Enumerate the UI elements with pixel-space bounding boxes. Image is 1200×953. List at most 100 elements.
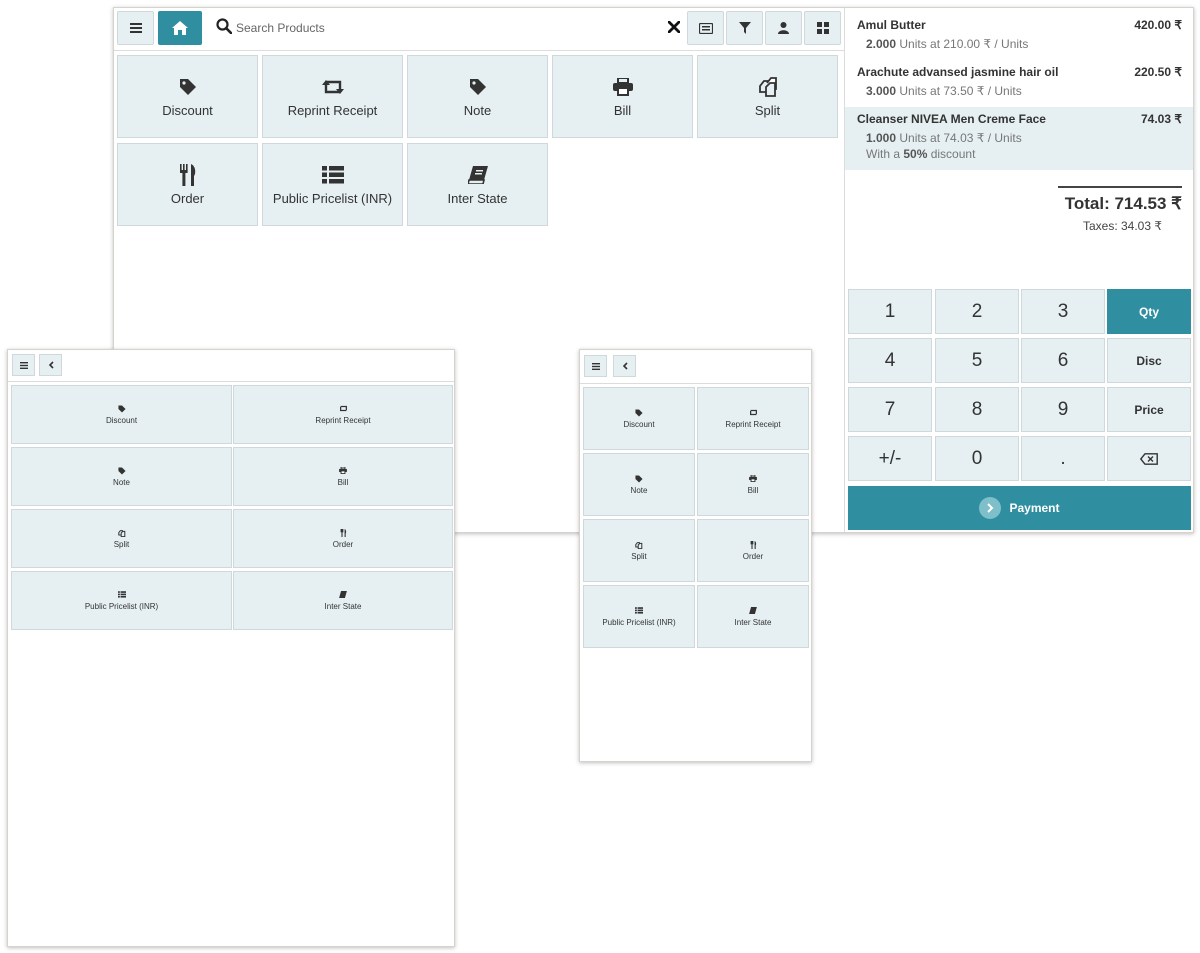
numpad-key-7[interactable]: 7 xyxy=(848,387,932,432)
orderline-info: 1.000 Units at 74.03 ₹ / Units xyxy=(866,131,1022,145)
note-button[interactable]: Note xyxy=(407,55,548,138)
back-button[interactable] xyxy=(39,354,62,376)
orderline-name: Arachute advansed jasmine hair oil xyxy=(857,65,1059,79)
control-label: Bill xyxy=(747,486,759,495)
retweet-icon xyxy=(748,408,758,417)
mode-price-button[interactable]: Price xyxy=(1107,387,1191,432)
split-button[interactable]: Split xyxy=(583,519,695,582)
tag-icon xyxy=(466,76,490,98)
control-label: Bill xyxy=(337,478,349,487)
numpad-key-9[interactable]: 9 xyxy=(1021,387,1105,432)
back-button[interactable] xyxy=(613,355,636,377)
bill-button[interactable]: Bill xyxy=(697,453,809,516)
customer-button[interactable] xyxy=(765,11,802,45)
discount-button[interactable]: Discount xyxy=(11,385,232,444)
discount-button[interactable]: Discount xyxy=(117,55,258,138)
orderline-qty: 2.000 xyxy=(866,37,897,51)
menu-button[interactable] xyxy=(584,355,607,377)
orderline-name: Amul Butter xyxy=(857,18,926,32)
reprint-receipt-button[interactable]: Reprint Receipt xyxy=(262,55,403,138)
orderline-unit-price: Units at 73.50 ₹ / Units xyxy=(896,84,1022,98)
numpad-key-2[interactable]: 2 xyxy=(935,289,1019,334)
menu-button[interactable] xyxy=(12,354,35,376)
orderline-hair-oil[interactable]: Arachute advansed jasmine hair oil 220.5… xyxy=(845,55,1193,102)
numpad-key-8[interactable]: 8 xyxy=(935,387,1019,432)
order-total: Total: 714.53 ₹ xyxy=(1064,194,1182,213)
numpad-key-0[interactable]: 0 xyxy=(935,436,1019,481)
keyboard-button[interactable] xyxy=(687,11,724,45)
order-taxes: Taxes: 34.03 ₹ xyxy=(1082,219,1162,233)
discount-button[interactable]: Discount xyxy=(583,387,695,450)
orderline-qty: 1.000 xyxy=(866,131,897,145)
discount-value: 50% xyxy=(903,147,928,161)
numpad-key-dot[interactable]: . xyxy=(1021,436,1105,481)
pricelist-button[interactable]: Public Pricelist (INR) xyxy=(11,571,232,630)
control-label: Reprint Receipt xyxy=(287,102,378,118)
copy-icon xyxy=(117,528,127,537)
cutlery-icon xyxy=(748,540,758,549)
tag-icon xyxy=(176,76,200,98)
clear-search-button[interactable] xyxy=(664,16,684,38)
payment-label: Payment xyxy=(1009,501,1060,515)
inter-state-button[interactable]: Inter State xyxy=(697,585,809,648)
split-button[interactable]: Split xyxy=(11,509,232,568)
control-label: Discount xyxy=(105,416,138,425)
numpad-key-3[interactable]: 3 xyxy=(1021,289,1105,334)
home-icon xyxy=(171,20,189,36)
mobile-header xyxy=(580,350,811,384)
control-label: Public Pricelist (INR) xyxy=(602,618,676,627)
pricelist-button[interactable]: Public Pricelist (INR) xyxy=(262,143,403,226)
numpad-key-1[interactable]: 1 xyxy=(848,289,932,334)
order-button[interactable]: Order xyxy=(233,509,453,568)
cutlery-icon xyxy=(338,528,348,537)
search-input[interactable] xyxy=(236,17,656,39)
orderline-info: 3.000 Units at 73.50 ₹ / Units xyxy=(866,84,1022,98)
payment-button[interactable]: Payment xyxy=(848,486,1191,530)
cutlery-icon xyxy=(176,163,200,186)
order-button[interactable]: Order xyxy=(697,519,809,582)
bill-button[interactable]: Bill xyxy=(552,55,693,138)
inter-state-button[interactable]: Inter State xyxy=(233,571,453,630)
orderline-price: 74.03 ₹ xyxy=(1141,112,1182,126)
numpad-key-5[interactable]: 5 xyxy=(935,338,1019,383)
total-divider xyxy=(1058,186,1182,188)
pricelist-button[interactable]: Public Pricelist (INR) xyxy=(583,585,695,648)
book-icon xyxy=(748,606,758,615)
list-icon xyxy=(634,606,644,615)
numpad-key-6[interactable]: 6 xyxy=(1021,338,1105,383)
home-button[interactable] xyxy=(158,11,202,45)
control-label: Bill xyxy=(613,102,632,118)
chevron-left-icon xyxy=(622,362,628,370)
orderline-amul-butter[interactable]: Amul Butter 420.00 ₹ 2.000 Units at 210.… xyxy=(845,8,1193,55)
orderline-nivea-selected[interactable]: Cleanser NIVEA Men Creme Face 74.03 ₹ 1.… xyxy=(845,107,1193,170)
mode-qty-button[interactable]: Qty xyxy=(1107,289,1191,334)
inter-state-button[interactable]: Inter State xyxy=(407,143,548,226)
numpad-key-4[interactable]: 4 xyxy=(848,338,932,383)
view-toggle-button[interactable] xyxy=(804,11,841,45)
hamburger-icon xyxy=(591,362,600,370)
tag-icon xyxy=(117,404,127,413)
keyboard-icon xyxy=(698,22,713,34)
control-label: Public Pricelist (INR) xyxy=(272,190,393,206)
reprint-receipt-button[interactable]: Reprint Receipt xyxy=(697,387,809,450)
filter-button[interactable] xyxy=(726,11,763,45)
reprint-receipt-button[interactable]: Reprint Receipt xyxy=(233,385,453,444)
discount-suffix: discount xyxy=(927,147,976,161)
search-icon xyxy=(216,18,234,36)
menu-button[interactable] xyxy=(117,11,154,45)
orderline-qty: 3.000 xyxy=(866,84,897,98)
order-button[interactable]: Order xyxy=(117,143,258,226)
tag-icon xyxy=(117,466,127,475)
user-icon xyxy=(778,22,789,34)
bill-button[interactable]: Bill xyxy=(233,447,453,506)
copy-icon xyxy=(634,540,644,549)
numpad-backspace[interactable] xyxy=(1107,436,1191,481)
numpad-key-plus-minus[interactable]: +/- xyxy=(848,436,932,481)
note-button[interactable]: Note xyxy=(11,447,232,506)
mode-disc-button[interactable]: Disc xyxy=(1107,338,1191,383)
split-button[interactable]: Split xyxy=(697,55,838,138)
note-button[interactable]: Note xyxy=(583,453,695,516)
printer-icon xyxy=(611,76,635,98)
control-label: Inter State xyxy=(734,618,772,627)
tag-icon xyxy=(634,408,644,417)
